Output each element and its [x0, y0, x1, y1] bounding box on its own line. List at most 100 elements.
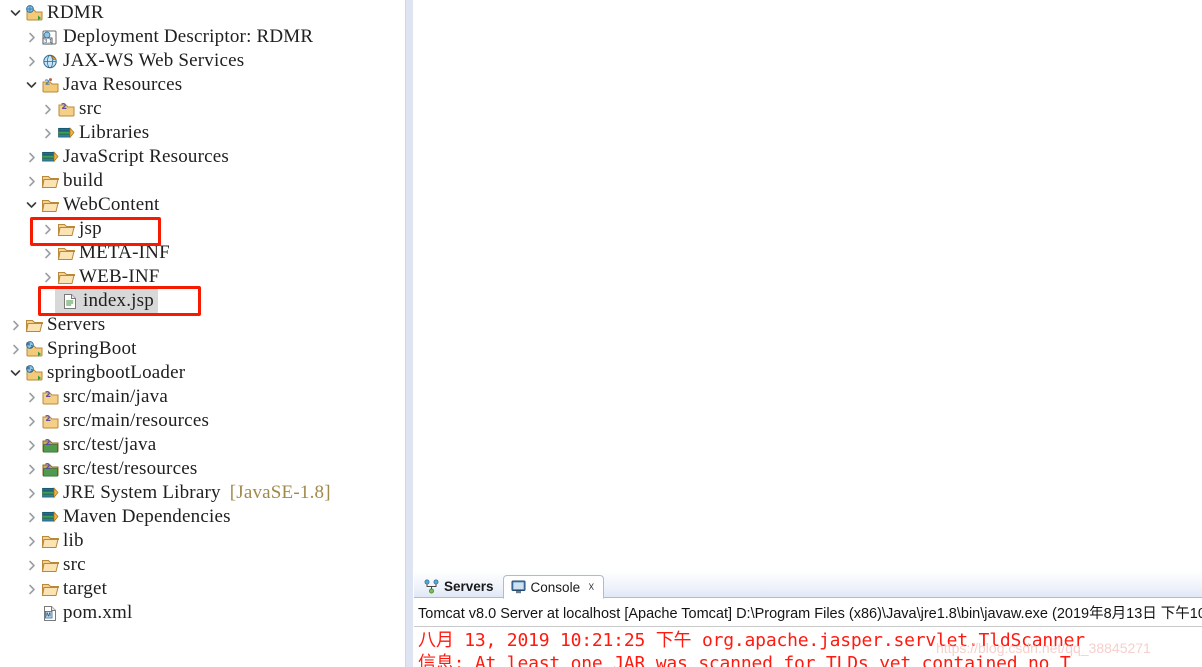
chevron-right-icon[interactable]	[24, 488, 39, 499]
tree-item-content[interactable]: Maven Dependencies	[39, 505, 231, 529]
chevron-right-icon[interactable]	[24, 152, 39, 163]
chevron-right-icon[interactable]	[24, 536, 39, 547]
chevron-right-icon[interactable]	[24, 464, 39, 475]
chevron-right-icon[interactable]	[24, 512, 39, 523]
tree-item-content[interactable]: META-INF	[55, 241, 170, 265]
tree-item-content[interactable]: Java Resources	[39, 73, 182, 97]
editor-area[interactable]	[414, 0, 1202, 571]
chevron-right-icon[interactable]	[40, 224, 55, 235]
tree-item-content[interactable]: JAX-WS Web Services	[39, 49, 244, 73]
tree-item-content[interactable]: RDMR	[23, 1, 104, 25]
tree-item-jax-ws-web-services[interactable]: JAX-WS Web Services	[0, 49, 405, 73]
tree-item-content[interactable]: JavaScript Resources	[39, 145, 229, 169]
tree-item-content[interactable]: src	[55, 97, 102, 121]
tab-console[interactable]: Console ☓	[502, 575, 605, 599]
tree-item-deployment-descriptor-rdmr[interactable]: 3.1 Deployment Descriptor: RDMR	[0, 25, 405, 49]
chevron-right-icon[interactable]	[24, 560, 39, 571]
tree-item-content[interactable]: src	[39, 553, 86, 577]
tree-item-content[interactable]: WEB-INF	[55, 265, 160, 289]
tree-item-content[interactable]: M J SpringBoot	[23, 337, 137, 361]
tree-item-content[interactable]: target	[39, 577, 107, 601]
tree-item-java-resources[interactable]: Java Resources	[0, 73, 405, 97]
chevron-right-icon[interactable]	[40, 272, 55, 283]
tree-item-content[interactable]: src/main/java	[39, 385, 168, 409]
tree-item-src-main-java[interactable]: src/main/java	[0, 385, 405, 409]
close-icon[interactable]: ☓	[588, 580, 594, 594]
console-line: 八月 13, 2019 10:21:25 下午 org.apache.jaspe…	[418, 630, 1085, 651]
chevron-right-icon[interactable]	[24, 56, 39, 67]
tree-item-content[interactable]: build	[39, 169, 103, 193]
tree-item-build[interactable]: build	[0, 169, 405, 193]
tree-item-meta-inf[interactable]: META-INF	[0, 241, 405, 265]
tree-item-src[interactable]: src	[0, 97, 405, 121]
tree-item-web-inf[interactable]: WEB-INF	[0, 265, 405, 289]
tree-item-index-jsp[interactable]: index.jsp	[0, 289, 405, 313]
tree-item-javascript-resources[interactable]: JavaScript Resources	[0, 145, 405, 169]
chevron-down-icon[interactable]	[8, 9, 23, 17]
tree-item-content[interactable]: jsp	[55, 217, 102, 241]
tree-item-src-test-resources[interactable]: src/test/resources	[0, 457, 405, 481]
tree-item-springbootloader[interactable]: M JspringbootLoader	[0, 361, 405, 385]
tree-item-src-test-java[interactable]: src/test/java	[0, 433, 405, 457]
tree-item-src-main-resources[interactable]: src/main/resources	[0, 409, 405, 433]
tree-item-content[interactable]: Servers	[23, 313, 105, 337]
web-project-icon	[23, 4, 45, 22]
tree-item-content[interactable]: JRE System Library [JavaSE-1.8]	[39, 481, 331, 505]
tree-item-pom-xml[interactable]: Mpom.xml	[0, 601, 405, 625]
tree-item-content[interactable]: lib	[39, 529, 84, 553]
tree-item-servers[interactable]: Servers	[0, 313, 405, 337]
tree-item-jsp[interactable]: jsp	[0, 217, 405, 241]
chevron-down-icon[interactable]	[24, 201, 39, 209]
project-tree[interactable]: RDMR 3.1 Deployment Descriptor: RDMR JAX-WS…	[0, 0, 405, 625]
tree-item-content[interactable]: WebContent	[39, 193, 160, 217]
chevron-right-icon[interactable]	[24, 416, 39, 427]
tree-item-lib[interactable]: lib	[0, 529, 405, 553]
maven-project-icon: MJ	[23, 340, 45, 358]
tree-item-label: JavaScript Resources	[63, 146, 229, 167]
tree-item-webcontent[interactable]: WebContent	[0, 193, 405, 217]
chevron-down-icon[interactable]	[8, 369, 23, 377]
chevron-right-icon[interactable]	[40, 248, 55, 259]
tree-item-sublabel: [JavaSE-1.8]	[229, 482, 331, 503]
tree-item-libraries[interactable]: Libraries	[0, 121, 405, 145]
tree-item-content[interactable]: Libraries	[55, 121, 149, 145]
chevron-right-icon[interactable]	[24, 584, 39, 595]
chevron-right-icon[interactable]	[8, 344, 23, 355]
folder-icon	[39, 581, 61, 598]
tree-item-content[interactable]: index.jsp	[55, 289, 158, 313]
console-line: 信息: At least one JAR was scanned for TLD…	[418, 653, 1071, 667]
tree-item-content[interactable]: src/test/resources	[39, 457, 197, 481]
tree-item-label: WebContent	[63, 194, 160, 215]
project-explorer-panel[interactable]: RDMR 3.1 Deployment Descriptor: RDMR JAX-WS…	[0, 0, 405, 667]
tree-item-maven-dependencies[interactable]: Maven Dependencies	[0, 505, 405, 529]
console-output[interactable]: 八月 13, 2019 10:21:25 下午 org.apache.jaspe…	[414, 627, 1202, 667]
tree-item-content[interactable]: src/test/java	[39, 433, 156, 457]
chevron-down-icon[interactable]	[24, 81, 39, 89]
tree-item-target[interactable]: target	[0, 577, 405, 601]
chevron-right-icon[interactable]	[24, 392, 39, 403]
tree-item-content[interactable]: M JspringbootLoader	[23, 361, 185, 385]
tree-item-content[interactable]: 3.1 Deployment Descriptor: RDMR	[39, 25, 313, 49]
tree-item-jre-system-library[interactable]: JRE System Library [JavaSE-1.8]	[0, 481, 405, 505]
tab-servers[interactable]: Servers	[417, 574, 503, 598]
tree-item-content[interactable]: Mpom.xml	[39, 601, 133, 625]
folder-icon	[39, 533, 61, 550]
panel-divider[interactable]	[405, 0, 414, 667]
chevron-right-icon[interactable]	[40, 128, 55, 139]
tree-item-src[interactable]: src	[0, 553, 405, 577]
folder-icon	[55, 245, 77, 262]
tree-item-label: src/main/java	[63, 386, 168, 407]
tree-item-label: JRE System Library	[63, 482, 221, 503]
tree-item-label: Maven Dependencies	[63, 506, 231, 527]
chevron-right-icon[interactable]	[24, 32, 39, 43]
tree-item-label: target	[63, 578, 108, 599]
tree-item-rdmr[interactable]: RDMR	[0, 1, 405, 25]
tree-item-label: index.jsp	[83, 290, 154, 311]
bottom-tab-strip[interactable]: Servers Console ☓	[414, 571, 1202, 599]
chevron-right-icon[interactable]	[40, 104, 55, 115]
tree-item-content[interactable]: src/main/resources	[39, 409, 209, 433]
chevron-right-icon[interactable]	[24, 176, 39, 187]
chevron-right-icon[interactable]	[8, 320, 23, 331]
tree-item-springboot[interactable]: M J SpringBoot	[0, 337, 405, 361]
chevron-right-icon[interactable]	[24, 440, 39, 451]
